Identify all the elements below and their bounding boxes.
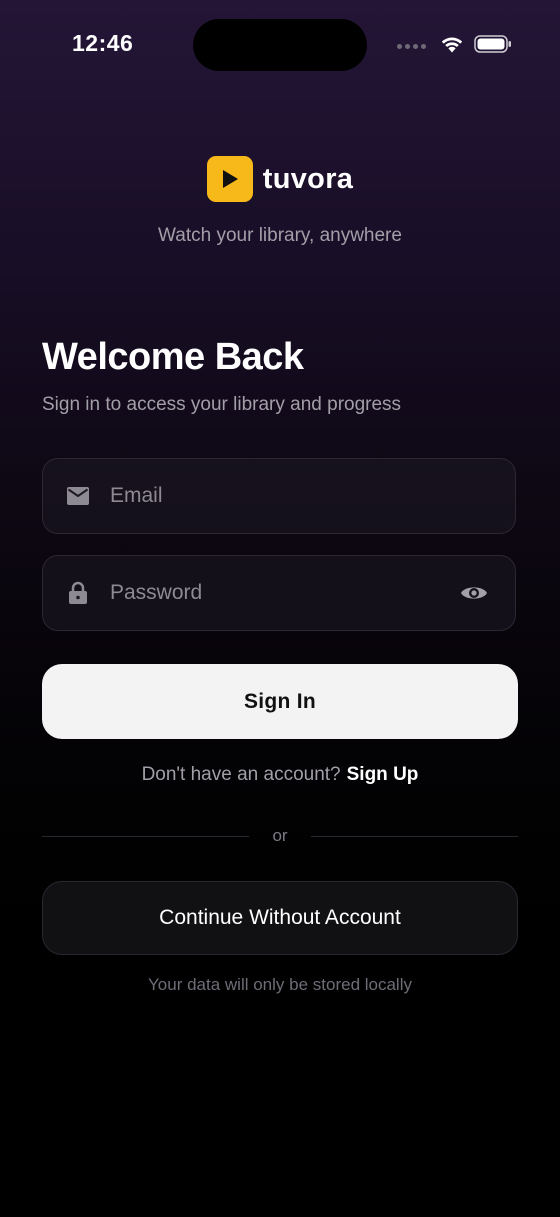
continue-without-account-button[interactable]: Continue Without Account	[42, 881, 518, 955]
play-icon	[206, 156, 253, 202]
signup-row: Don't have an account? Sign Up	[0, 764, 560, 786]
email-field[interactable]	[42, 458, 516, 534]
status-icons	[397, 34, 512, 58]
page-title: Welcome Back	[42, 336, 304, 378]
page-subtitle: Sign in to access your library and progr…	[42, 394, 402, 415]
brand-name: tuvora	[262, 162, 354, 195]
tagline: Watch your library, anywhere	[158, 225, 402, 246]
signup-prompt: Don't have an account?	[141, 764, 341, 785]
local-storage-note: Your data will only be stored locally	[148, 975, 412, 994]
sign-in-button[interactable]: Sign In	[42, 664, 518, 739]
wifi-icon	[440, 34, 464, 58]
battery-icon	[474, 34, 512, 58]
status-time: 12:46	[72, 30, 134, 56]
password-input[interactable]	[108, 555, 459, 631]
email-input[interactable]	[108, 458, 515, 534]
sign-up-link[interactable]: Sign Up	[347, 764, 419, 785]
divider-line-right	[311, 835, 518, 837]
brand: tuvora	[0, 156, 560, 202]
status-bar: 12:46	[0, 0, 560, 90]
divider-label: or	[272, 826, 288, 845]
divider: or	[42, 826, 518, 846]
mail-icon	[66, 484, 90, 508]
divider-line-left	[42, 835, 249, 837]
password-field[interactable]	[42, 555, 516, 631]
dynamic-island	[193, 19, 367, 71]
lock-icon	[66, 581, 90, 605]
signal-dots-icon	[397, 43, 426, 49]
eye-icon[interactable]	[459, 578, 489, 608]
